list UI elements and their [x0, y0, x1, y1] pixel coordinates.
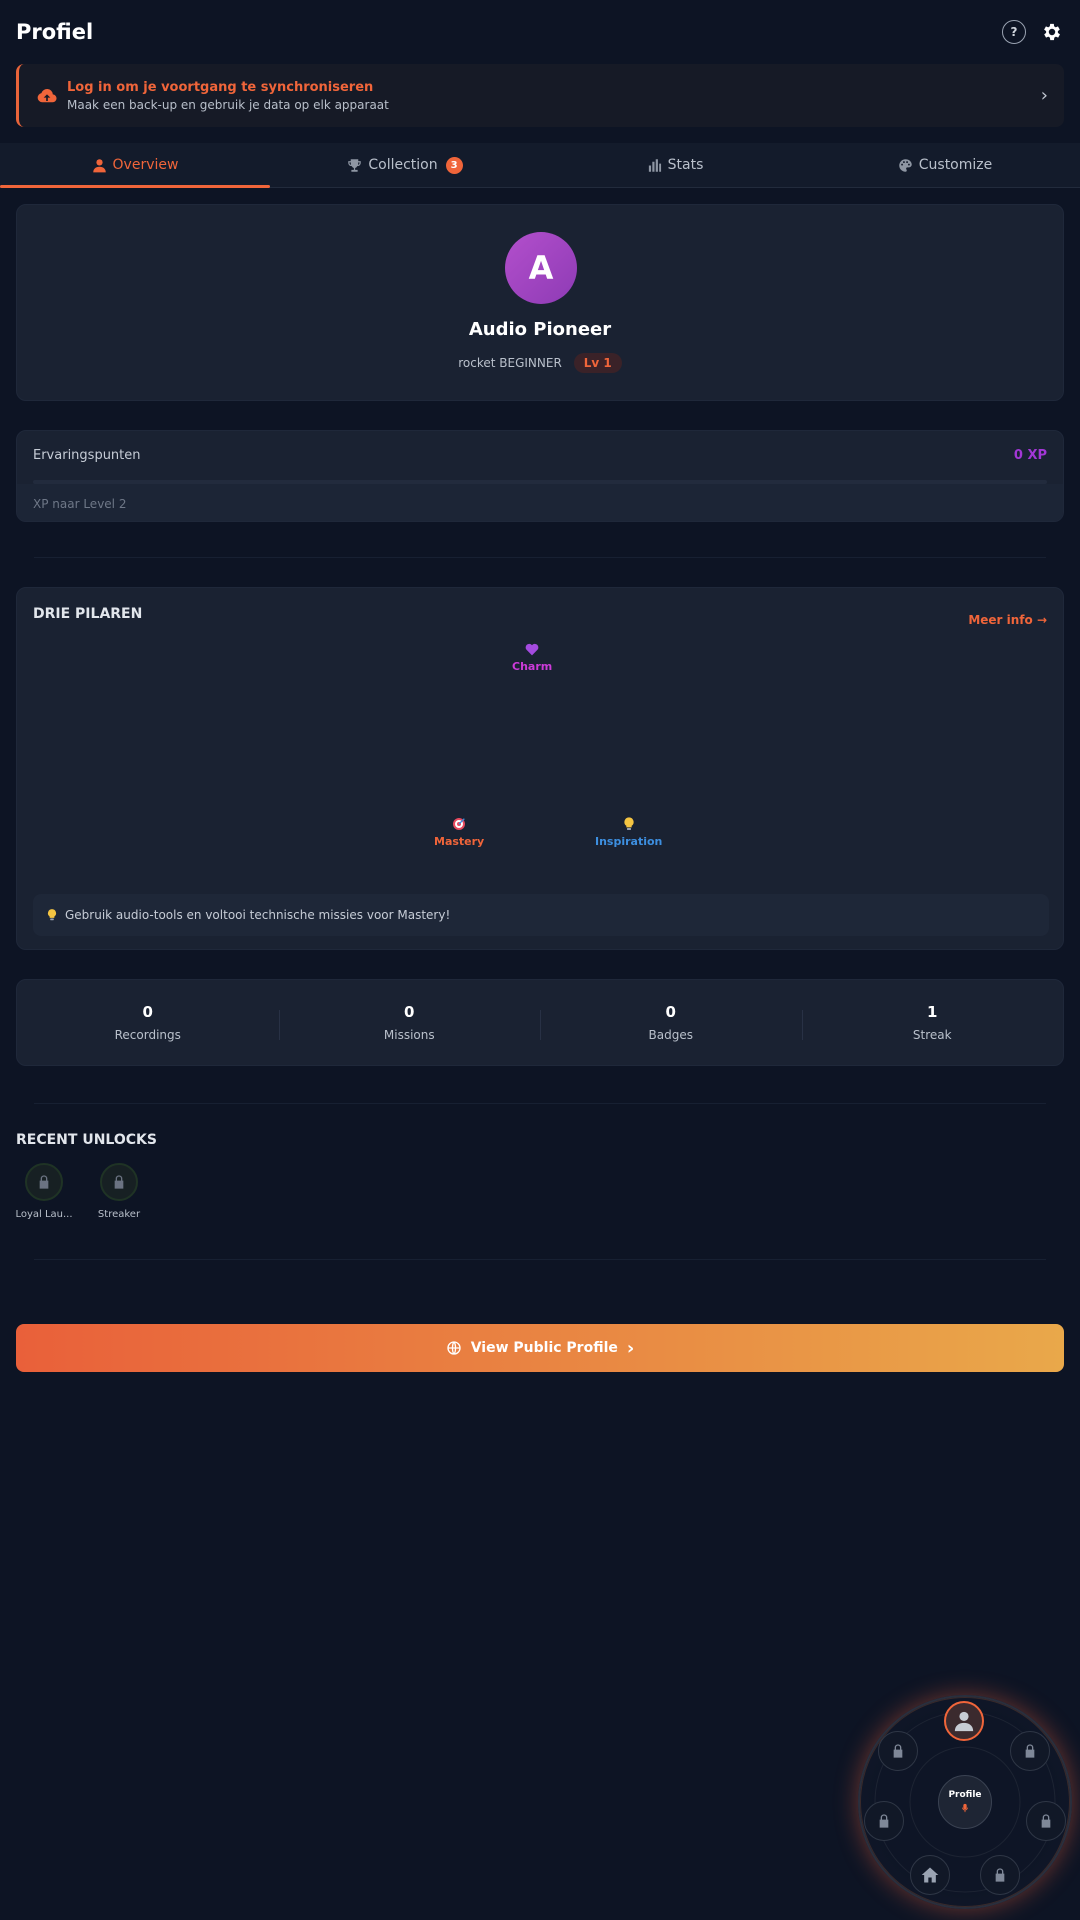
- lock-icon: [893, 1744, 903, 1758]
- xp-card: Ervaringspunten 0 XP XP naar Level 2: [16, 430, 1064, 522]
- pillars-card: DRIE PILAREN Meer info → Charm Mastery I…: [16, 587, 1064, 950]
- profile-name: Audio Pioneer: [468, 319, 612, 340]
- level-badge: Lv 1: [573, 353, 622, 373]
- globe-icon: [447, 1341, 461, 1355]
- pillars-title: DRIE PILAREN: [33, 606, 143, 622]
- pillar-tip-text: Gebruik audio-tools en voltooi technisch…: [65, 908, 451, 922]
- unlock-item[interactable]: Loyal Lau...: [9, 1163, 79, 1220]
- collection-count-badge: 3: [445, 156, 463, 174]
- xp-next-level-label: XP naar Level 2: [33, 496, 127, 511]
- header-actions: ?: [1002, 20, 1064, 44]
- tab-customize[interactable]: Customize: [810, 143, 1080, 187]
- stat-value: 0: [142, 1003, 153, 1021]
- target-icon: [453, 818, 466, 830]
- tab-label: Stats: [667, 157, 704, 173]
- tab-overview[interactable]: Overview: [0, 143, 270, 188]
- sync-banner-title: Log in om je voortgang te synchroniseren: [67, 79, 374, 95]
- radial-profile-node[interactable]: [944, 1701, 984, 1741]
- stat-label: Streak: [912, 1028, 952, 1042]
- chevron-right-icon: ›: [1040, 85, 1048, 106]
- trophy-icon: [348, 158, 362, 172]
- help-button[interactable]: ?: [1002, 20, 1026, 44]
- unlock-label: Streaker: [97, 1209, 141, 1220]
- settings-button[interactable]: [1040, 20, 1064, 44]
- cloud-upload-icon: [37, 88, 57, 102]
- more-info-link[interactable]: Meer info →: [968, 613, 1047, 627]
- stat-badges: 0 Badges: [540, 980, 802, 1065]
- stat-streak: 1 Streak: [801, 980, 1064, 1065]
- palette-icon: [899, 158, 912, 172]
- tab-label: Collection: [368, 157, 438, 173]
- tab-collection[interactable]: Collection 3: [270, 143, 540, 187]
- tab-label: Customize: [918, 157, 993, 173]
- home-icon: [921, 1867, 939, 1883]
- radial-home-node[interactable]: [910, 1855, 950, 1895]
- pillar-label: Mastery: [434, 835, 485, 848]
- stat-value: 1: [927, 1003, 938, 1021]
- lock-icon: [995, 1868, 1005, 1882]
- sync-login-banner[interactable]: Log in om je voortgang te synchroniseren…: [16, 64, 1064, 127]
- lock-icon: [39, 1175, 49, 1189]
- cta-label: View Public Profile: [470, 1340, 618, 1356]
- radial-locked-node[interactable]: [1026, 1801, 1066, 1841]
- lock-icon: [1041, 1814, 1051, 1828]
- unlock-item[interactable]: Streaker: [84, 1163, 154, 1220]
- view-public-profile-button[interactable]: View Public Profile ›: [16, 1324, 1064, 1372]
- microphone-icon: [962, 1803, 968, 1813]
- app-header: Profiel ?: [0, 0, 1080, 64]
- purple-heart-icon: [525, 643, 539, 656]
- pillar-inspiration[interactable]: Inspiration: [595, 816, 662, 848]
- profile-tabs: Overview Collection 3 Stats Customize: [0, 143, 1080, 188]
- pillar-charm[interactable]: Charm: [512, 641, 552, 673]
- stat-value: 0: [665, 1003, 676, 1021]
- pillar-label: Charm: [512, 660, 553, 673]
- pillar-mastery[interactable]: Mastery: [434, 816, 484, 848]
- radial-locked-node[interactable]: [864, 1801, 904, 1841]
- radial-center-button[interactable]: Profile: [938, 1775, 992, 1829]
- radial-locked-node[interactable]: [1010, 1731, 1050, 1771]
- stat-label: Missions: [383, 1028, 435, 1042]
- lightbulb-icon: [624, 817, 634, 830]
- stat-value: 0: [404, 1003, 415, 1021]
- gear-icon: [1044, 23, 1060, 41]
- radial-nav-menu: Profile: [858, 1695, 1072, 1909]
- stats-card: 0 Recordings 0 Missions 0 Badges 1 Strea…: [16, 979, 1064, 1066]
- lock-icon: [114, 1175, 124, 1189]
- pillar-label: Inspiration: [595, 835, 663, 848]
- lightbulb-icon: [47, 909, 57, 921]
- lock-icon: [879, 1814, 889, 1828]
- user-icon: [954, 1711, 974, 1732]
- user-icon: [92, 158, 106, 172]
- chevron-right-icon: ›: [626, 1337, 635, 1359]
- section-divider: [34, 557, 1046, 558]
- section-divider: [34, 1259, 1046, 1260]
- radial-locked-node[interactable]: [878, 1731, 918, 1771]
- profile-card: A Audio Pioneer rocket BEGINNER Lv 1: [16, 204, 1064, 401]
- avatar[interactable]: A: [505, 232, 577, 304]
- section-divider: [34, 1103, 1046, 1104]
- recent-unlocks-title: RECENT UNLOCKS: [16, 1132, 157, 1148]
- sync-banner-subtitle: Maak een back-up en gebruik je data op e…: [67, 97, 389, 112]
- radial-center-label: Profile: [948, 1790, 982, 1800]
- page-title: Profiel: [16, 20, 94, 44]
- bar-chart-icon: [648, 158, 661, 172]
- stat-label: Recordings: [114, 1028, 181, 1042]
- tab-label: Overview: [112, 157, 179, 173]
- radial-locked-node[interactable]: [980, 1855, 1020, 1895]
- xp-label: Ervaringspunten: [33, 448, 141, 463]
- stat-label: Badges: [648, 1028, 693, 1042]
- xp-value: 0 XP: [1013, 448, 1047, 463]
- tab-stats[interactable]: Stats: [540, 143, 810, 187]
- stat-missions: 0 Missions: [278, 980, 541, 1065]
- pillar-tip: Gebruik audio-tools en voltooi technisch…: [33, 894, 1049, 936]
- lock-icon: [1025, 1744, 1035, 1758]
- rank-label: rocket BEGINNER: [458, 356, 562, 370]
- stat-recordings: 0 Recordings: [17, 980, 279, 1065]
- unlock-label: Loyal Lau...: [15, 1209, 73, 1220]
